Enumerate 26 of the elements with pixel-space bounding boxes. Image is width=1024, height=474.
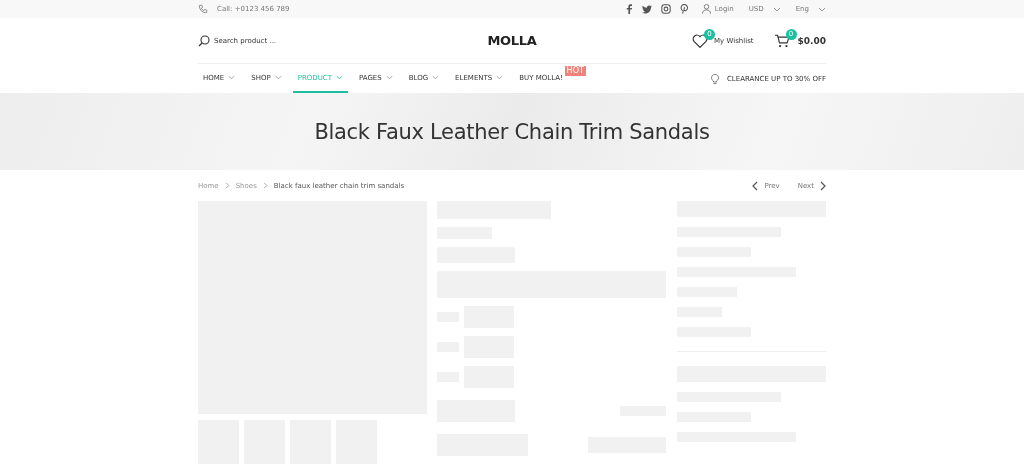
- phone-icon: [198, 4, 208, 14]
- page-title: Black Faux Leather Chain Trim Sandals: [314, 119, 710, 144]
- caret-icon: [432, 75, 440, 80]
- caret-icon: [496, 75, 504, 80]
- caret-icon: [772, 6, 781, 12]
- lightbulb-icon: [710, 73, 719, 84]
- caret-icon: [818, 6, 826, 12]
- hot-badge: HOT: [564, 66, 586, 76]
- heart-icon[interactable]: [692, 33, 709, 48]
- search-icon[interactable]: [198, 34, 210, 47]
- chevron-icon: [262, 182, 268, 189]
- cart-total[interactable]: $0.00: [797, 35, 826, 46]
- chevron-left-icon: [752, 180, 759, 191]
- facebook-icon[interactable]: [625, 4, 633, 14]
- pinterest-icon[interactable]: [679, 4, 689, 14]
- logo[interactable]: MOLLA: [398, 33, 626, 48]
- caret-icon: [336, 75, 343, 80]
- twitter-icon[interactable]: [641, 4, 652, 14]
- caret-icon: [274, 75, 282, 80]
- chevron-icon: [224, 182, 230, 189]
- instagram-icon[interactable]: [660, 4, 671, 14]
- caret-icon: [228, 75, 236, 80]
- user-icon: [701, 4, 711, 14]
- chevron-right-icon: [820, 180, 826, 191]
- caret-icon: [385, 75, 393, 80]
- cart-icon[interactable]: [773, 33, 790, 48]
